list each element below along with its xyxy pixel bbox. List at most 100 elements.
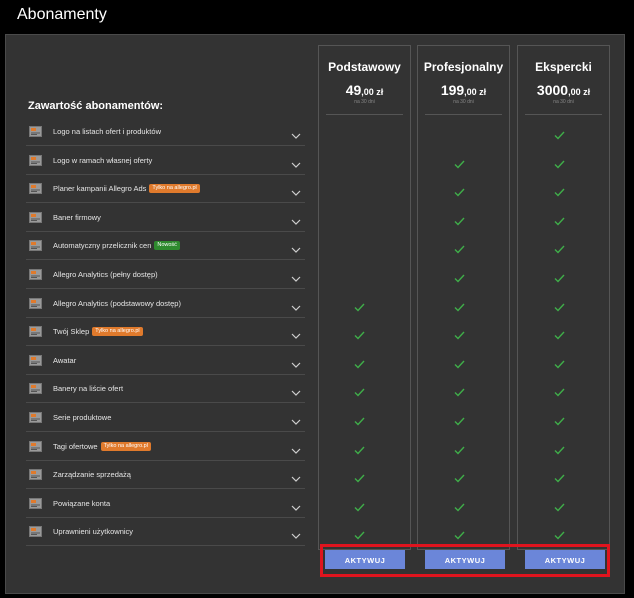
feature-row[interactable]: Twój Sklep Tylko na allegro.pl xyxy=(26,318,305,347)
check-icon xyxy=(454,184,465,197)
check-icon xyxy=(554,384,565,397)
feature-label: Serie produktowe xyxy=(53,413,111,422)
check-icon xyxy=(354,442,365,455)
check-icon xyxy=(354,327,365,340)
feature-row[interactable]: Automatyczny przelicznik cen Nowość xyxy=(26,232,305,261)
feature-row[interactable]: Banery na liście ofert xyxy=(26,375,305,404)
check-icon xyxy=(554,413,565,426)
list-banner-icon xyxy=(28,383,42,395)
chevron-down-icon[interactable] xyxy=(291,127,301,139)
feature-label: Baner firmowy xyxy=(53,213,101,222)
logo-offer-icon xyxy=(28,154,42,166)
feature-row[interactable]: Tagi ofertowe Tylko na allegro.pl xyxy=(26,433,305,461)
feature-label-text: Planer kampanii Allegro Ads xyxy=(53,184,147,194)
check-icon xyxy=(554,356,565,369)
chevron-down-icon[interactable] xyxy=(291,270,301,282)
check-icon xyxy=(554,156,565,169)
analytics-full-icon xyxy=(28,269,42,281)
check-icon xyxy=(454,270,465,283)
check-icon xyxy=(354,499,365,512)
feature-label-text: Serie produktowe xyxy=(53,413,112,422)
shop-icon xyxy=(28,326,42,338)
feature-row[interactable]: Planer kampanii Allegro Ads Tylko na alle… xyxy=(26,175,305,204)
feature-label: Allegro Analytics (pełny dostęp) xyxy=(53,270,158,279)
product-series-icon xyxy=(28,412,42,424)
chevron-down-icon[interactable] xyxy=(291,156,301,168)
chevron-down-icon[interactable] xyxy=(291,499,301,511)
feature-badge: Tylko na allegro.pl xyxy=(100,441,151,451)
plan-divider xyxy=(425,114,502,115)
feature-label: Logo w ramach własnej oferty xyxy=(53,156,152,165)
feature-label-text: Allegro Analytics (podstawowy dostęp) xyxy=(53,298,181,308)
check-icon xyxy=(454,213,465,226)
feature-row[interactable]: Serie produktowe xyxy=(26,404,305,432)
activate-button-profesjonalny[interactable]: AKTYWUJ xyxy=(425,550,505,569)
feature-row[interactable]: Awatar xyxy=(26,347,305,375)
chevron-down-icon[interactable] xyxy=(291,527,301,540)
plan-price: 199,00 zł xyxy=(418,82,509,100)
chevron-down-icon[interactable] xyxy=(291,241,301,254)
analytics-basic-icon xyxy=(28,297,42,309)
plan-period: na 30 dni xyxy=(453,99,474,105)
check-icon xyxy=(454,499,465,512)
chevron-down-icon[interactable] xyxy=(291,384,301,397)
plan-divider xyxy=(525,114,602,115)
feature-label-text: Logo w ramach własnej oferty xyxy=(53,155,153,165)
feature-badge: Tylko na allegro.pl xyxy=(149,184,200,194)
check-icon xyxy=(454,156,465,169)
banner-icon xyxy=(28,211,42,223)
feature-label: Planer kampanii Allegro Ads Tylko na alle… xyxy=(53,184,200,194)
check-icon xyxy=(354,413,365,426)
feature-row[interactable]: Baner firmowy xyxy=(26,204,305,232)
check-icon xyxy=(354,299,365,312)
feature-row[interactable]: Allegro Analytics (podstawowy dostęp) xyxy=(26,290,305,318)
plan-price: 49,00 zł xyxy=(319,82,410,100)
chevron-down-icon[interactable] xyxy=(291,184,301,197)
check-icon xyxy=(454,470,465,483)
check-icon xyxy=(554,270,565,283)
feature-label-text: Banery na liście ofert xyxy=(53,384,124,394)
feature-row[interactable]: Allegro Analytics (pełny dostęp) xyxy=(26,261,305,289)
chevron-down-icon[interactable] xyxy=(291,299,301,311)
chevron-down-icon[interactable] xyxy=(291,442,301,454)
check-icon xyxy=(454,299,465,312)
plan-period: na 30 dni xyxy=(354,99,375,105)
feature-label: Uprawnieni użytkownicy xyxy=(53,527,133,536)
check-icon xyxy=(454,241,465,254)
chevron-down-icon[interactable] xyxy=(291,413,301,425)
plan-divider xyxy=(326,114,403,115)
plan-price-main: 3000 xyxy=(536,82,569,98)
section-title: Zawartość abonamentów: xyxy=(28,100,164,112)
feature-label: Tagi ofertowe Tylko na allegro.pl xyxy=(53,441,151,451)
check-icon xyxy=(454,442,465,455)
plan-price-decimal: ,00 zł xyxy=(568,87,591,97)
feature-label-text: Tagi ofertowe xyxy=(53,441,98,451)
feature-label: Awatar xyxy=(53,356,76,365)
check-icon xyxy=(554,127,565,140)
feature-row[interactable]: Logo w ramach własnej oferty xyxy=(26,147,305,175)
feature-label-text: Awatar xyxy=(53,355,77,365)
feature-row[interactable]: Powiązane konta xyxy=(26,490,305,518)
feature-row[interactable]: Uprawnieni użytkownicy xyxy=(26,518,305,547)
chevron-down-icon[interactable] xyxy=(291,327,301,340)
check-icon xyxy=(554,442,565,455)
feature-label: Automatyczny przelicznik cen Nowość xyxy=(53,241,180,251)
chevron-down-icon[interactable] xyxy=(291,470,301,483)
chevron-down-icon[interactable] xyxy=(291,356,301,368)
chevron-down-icon[interactable] xyxy=(291,213,301,225)
activate-button-podstawowy[interactable]: AKTYWUJ xyxy=(325,550,405,569)
activate-button-ekspercki[interactable]: AKTYWUJ xyxy=(525,550,605,569)
check-icon xyxy=(354,527,365,540)
plan-price-main: 199 xyxy=(440,82,465,98)
offer-tags-icon xyxy=(28,440,42,452)
check-icon xyxy=(554,327,565,340)
check-icon xyxy=(454,413,465,426)
logo-list-icon xyxy=(28,126,42,138)
check-icon xyxy=(554,241,565,254)
feature-label-text: Twój Sklep xyxy=(53,327,90,337)
feature-label-text: Logo na listach ofert i produktów xyxy=(53,127,161,136)
plan-name: Podstawowy xyxy=(328,60,401,74)
feature-row[interactable]: Logo na listach ofert i produktów xyxy=(26,118,305,146)
feature-row[interactable]: Zarządzanie sprzedażą xyxy=(26,461,305,490)
check-icon xyxy=(354,356,365,369)
